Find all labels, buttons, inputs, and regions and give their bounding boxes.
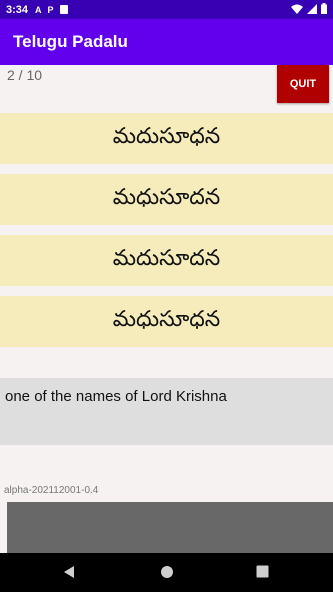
back-icon[interactable] — [62, 565, 76, 579]
status-time: 3:34 — [6, 3, 29, 16]
version-label: alpha-202112001-0.4 — [4, 485, 99, 496]
meaning-text: one of the names of Lord Krishna — [5, 388, 227, 405]
p-icon: P — [47, 4, 54, 15]
quit-button[interactable]: QUIT — [277, 65, 329, 103]
ad-banner[interactable] — [7, 502, 333, 553]
meaning-panel: one of the names of Lord Krishna — [0, 378, 333, 445]
sd-card-icon — [59, 5, 68, 14]
app-title: Telugu Padalu — [13, 32, 128, 51]
home-icon[interactable] — [160, 565, 174, 579]
recents-icon[interactable] — [256, 565, 269, 578]
answer-option-3[interactable]: మదుసూదన — [0, 235, 333, 286]
navigation-bar — [0, 553, 333, 592]
status-right-icons — [291, 3, 327, 14]
answer-option-1[interactable]: మదుసూధన — [0, 113, 333, 164]
wifi-icon — [291, 4, 303, 14]
a-icon: A — [35, 4, 42, 15]
answer-option-4[interactable]: మధుసూధన — [0, 296, 333, 347]
status-bar: 3:34 A P — [0, 0, 333, 19]
app-bar: Telugu Padalu — [0, 19, 333, 65]
answer-option-2[interactable]: మధుసూదన — [0, 174, 333, 225]
signal-icon — [307, 3, 317, 14]
progress-counter: 2 / 10 — [7, 67, 43, 83]
battery-icon — [321, 3, 327, 14]
